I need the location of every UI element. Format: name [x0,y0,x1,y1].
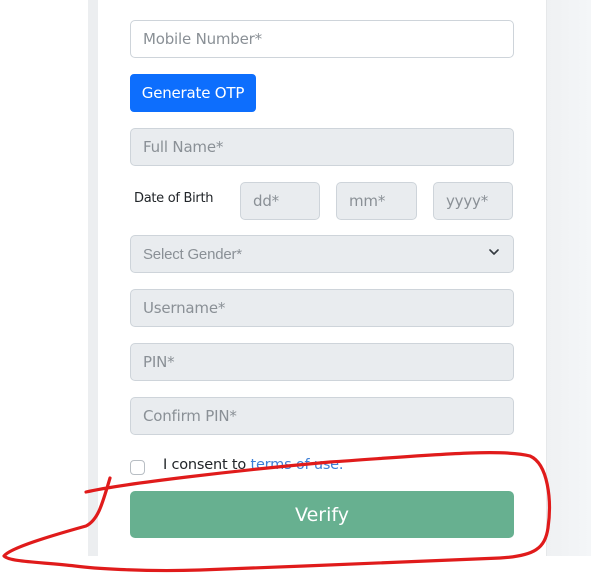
pin-input[interactable]: PIN* [130,343,514,381]
registration-form-card: Mobile Number* Generate OTP Full Name* D… [98,0,546,556]
consent-row: I consent to terms of use. [130,455,344,475]
username-input[interactable]: Username* [130,289,514,327]
date-of-birth-label: Date of Birth [134,191,214,206]
pin-placeholder: PIN* [143,353,175,371]
username-placeholder: Username* [143,299,226,317]
generate-otp-button[interactable]: Generate OTP [130,74,256,112]
consent-checkbox[interactable] [130,459,145,475]
verify-button[interactable]: Verify [130,491,514,538]
dob-day-input[interactable]: dd* [240,182,320,220]
consent-prefix: I consent to [163,457,251,473]
full-name-placeholder: Full Name* [143,138,224,156]
consent-text: I consent to terms of use. [163,457,344,473]
chevron-down-icon [489,249,499,255]
confirm-pin-input[interactable]: Confirm PIN* [130,397,514,435]
gender-select[interactable]: Select Gender* [130,235,514,273]
full-name-input[interactable]: Full Name* [130,128,514,166]
dob-year-placeholder: yyyy* [446,192,489,210]
terms-of-use-link[interactable]: terms of use. [250,457,343,473]
mobile-number-input[interactable]: Mobile Number* [130,20,514,58]
confirm-pin-placeholder: Confirm PIN* [143,407,237,425]
gender-selected-value: Select Gender* [143,245,242,263]
dob-year-input[interactable]: yyyy* [433,182,513,220]
dob-day-placeholder: dd* [253,192,279,210]
page-gutter-left [88,0,98,556]
mobile-number-placeholder: Mobile Number* [143,30,262,48]
dob-month-input[interactable]: mm* [336,182,417,220]
dob-month-placeholder: mm* [349,192,386,210]
page-gutter-right [546,0,591,556]
